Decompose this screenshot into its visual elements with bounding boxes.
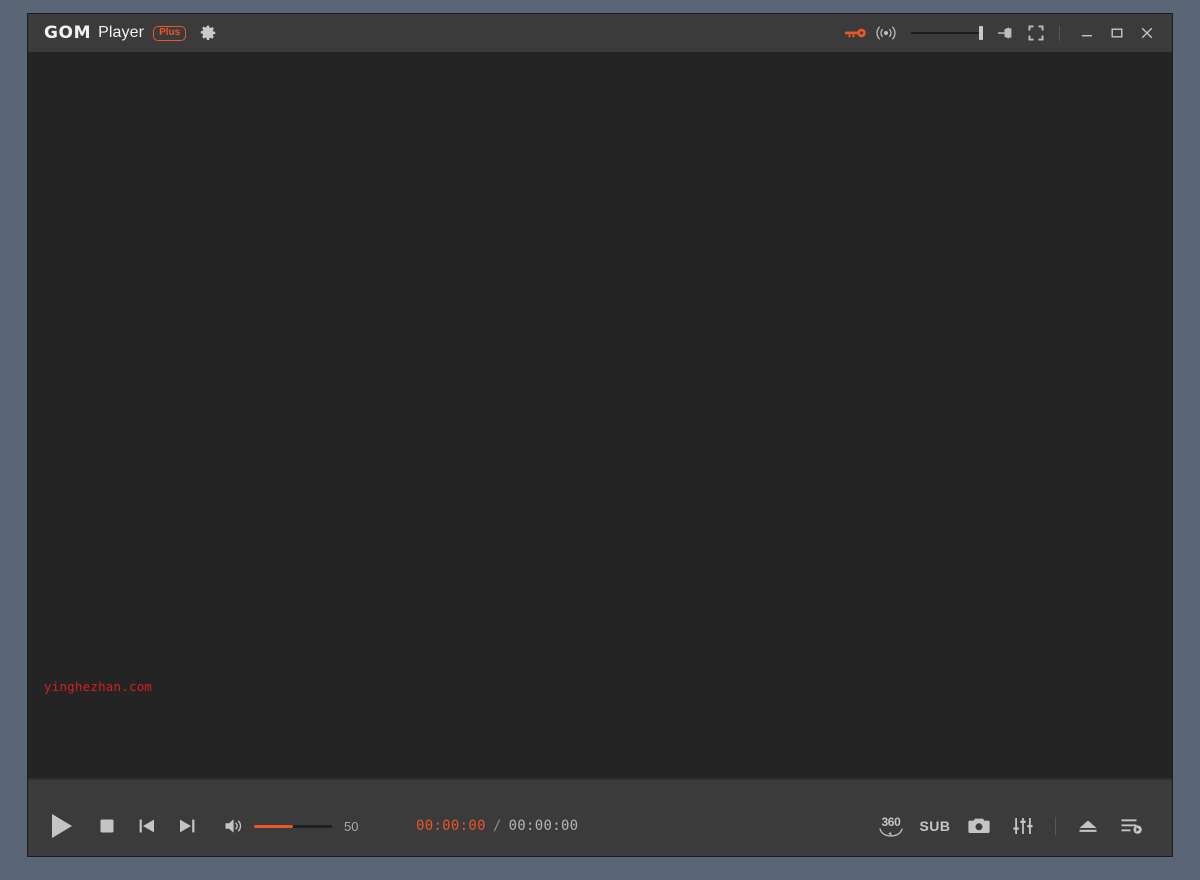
next-track-icon — [180, 819, 195, 833]
minimize-icon[interactable] — [1072, 20, 1102, 46]
maximize-icon-svg — [1111, 28, 1123, 38]
brightness-slider[interactable] — [911, 20, 983, 46]
previous-track-icon — [139, 819, 154, 833]
broadcast-icon-svg — [876, 26, 896, 40]
gear-icon-svg — [200, 25, 216, 41]
pin-icon-svg — [998, 27, 1012, 39]
volume-slider-fill — [254, 825, 293, 828]
key-icon[interactable] — [841, 20, 871, 46]
pin-icon[interactable] — [991, 20, 1021, 46]
vr-360-arc-icon — [879, 827, 903, 837]
app-brand: GOM Player Plus — [44, 23, 187, 43]
volume-button[interactable] — [218, 809, 252, 843]
fullscreen-icon[interactable] — [1021, 20, 1051, 46]
volume-slider[interactable] — [254, 813, 332, 839]
seek-bar[interactable] — [28, 778, 1172, 796]
volume-value-label: 50 — [344, 818, 359, 834]
previous-track-button[interactable] — [130, 809, 164, 843]
titlebar-controls — [841, 20, 1162, 46]
eject-button[interactable] — [1066, 807, 1110, 845]
screenshot-button[interactable] — [957, 807, 1001, 845]
fullscreen-icon-svg — [1028, 25, 1044, 41]
close-icon[interactable] — [1132, 20, 1162, 46]
gear-icon[interactable] — [198, 23, 218, 43]
key-icon-svg — [845, 28, 866, 38]
equalizer-icon — [1013, 818, 1033, 834]
stop-button[interactable] — [90, 809, 124, 843]
desktop-background: GOM Player Plus yinghezhan.com 50 00:00:… — [0, 0, 1200, 880]
time-display[interactable]: 00:00:00 / 00:00:00 — [416, 818, 578, 834]
seek-bar-track — [28, 778, 1172, 780]
titlebar-divider — [1059, 25, 1060, 41]
stop-icon — [100, 819, 114, 833]
maximize-icon[interactable] — [1102, 20, 1132, 46]
vr-360-label: 360 — [881, 814, 901, 829]
close-icon-svg — [1141, 27, 1153, 39]
title-bar[interactable]: GOM Player Plus — [28, 14, 1172, 52]
playlist-icon — [1121, 819, 1142, 834]
control-bar-right-group: 360 SUB — [869, 807, 1154, 845]
control-bar: 50 00:00:00 / 00:00:00 360 SUB — [28, 796, 1172, 856]
watermark-text: yinghezhan.com — [44, 679, 153, 694]
play-icon — [52, 814, 72, 838]
eject-icon — [1079, 820, 1097, 832]
control-bar-divider — [1055, 817, 1056, 835]
current-time: 00:00:00 — [416, 818, 486, 834]
minimize-icon-svg — [1082, 35, 1092, 37]
equalizer-button[interactable] — [1001, 807, 1045, 845]
gom-player-window: GOM Player Plus yinghezhan.com 50 00:00:… — [28, 14, 1172, 856]
next-track-button[interactable] — [170, 809, 204, 843]
subtitle-label: SUB — [919, 818, 951, 834]
video-display-area[interactable]: yinghezhan.com — [28, 52, 1172, 778]
vr-360-icon: 360 — [878, 816, 904, 837]
brand-player-text: Player — [98, 24, 145, 41]
brand-gom-text: GOM — [44, 23, 92, 43]
plus-badge: Plus — [153, 25, 187, 41]
total-time: 00:00:00 — [508, 818, 579, 834]
brightness-slider-track — [911, 32, 983, 34]
playlist-button[interactable] — [1110, 807, 1154, 845]
brightness-slider-knob[interactable] — [979, 26, 983, 40]
subtitle-button[interactable]: SUB — [913, 807, 957, 845]
broadcast-icon[interactable] — [871, 20, 901, 46]
time-separator: / — [492, 818, 502, 834]
volume-icon — [225, 819, 242, 833]
play-button[interactable] — [42, 806, 82, 846]
vr-360-button[interactable]: 360 — [869, 807, 913, 845]
camera-icon — [968, 818, 990, 833]
